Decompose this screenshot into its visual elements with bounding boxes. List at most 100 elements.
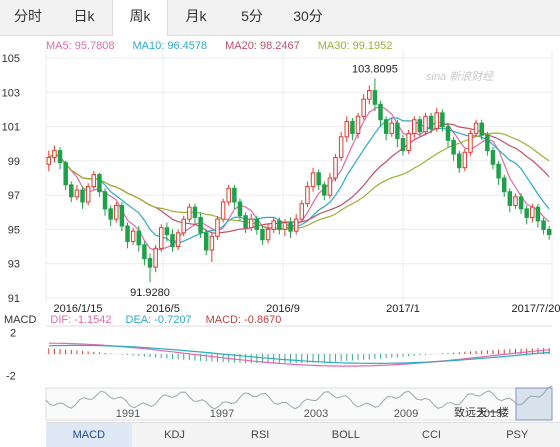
candle-down [198, 216, 203, 234]
indicator-tab-boll[interactable]: BOLL [303, 423, 389, 447]
candle-up [74, 189, 80, 198]
macd-tick: 2 [10, 327, 16, 339]
macd-tick: -2 [6, 371, 16, 383]
candle-up [248, 218, 254, 229]
dif-value: DIF: -1.1542 [50, 314, 112, 326]
candle-down [372, 90, 378, 105]
candle-down [170, 234, 175, 248]
candle-down [288, 222, 293, 232]
price-axis: 105 103 101 99 97 95 93 91 [2, 53, 20, 305]
y-tick-label: 97 [8, 190, 20, 202]
dea-value: DEA: -0.7207 [125, 314, 192, 326]
candle-up [130, 230, 136, 242]
candle-down [322, 184, 327, 196]
macd-title: MACD [4, 314, 37, 326]
candle-up [85, 186, 91, 203]
macd-value: MACD: -0.8670 [205, 314, 282, 326]
candle-up [434, 112, 439, 129]
candle-down [428, 115, 434, 129]
candle-down [237, 201, 243, 217]
candle-up [412, 119, 417, 134]
candle-down [63, 162, 68, 186]
candle-up [406, 132, 411, 152]
candle-up [293, 218, 299, 232]
candle-up [310, 172, 316, 188]
candle-up [305, 186, 310, 205]
y-tick-label: 103 [2, 87, 20, 99]
candle-down [108, 208, 113, 220]
candle-down [440, 112, 445, 128]
price-grid [45, 50, 553, 304]
candle-up [513, 196, 518, 206]
candle-up [265, 228, 271, 241]
candle-down [102, 191, 108, 210]
kline-chart: 1051031019997959391 103.809591.9280 2016… [2, 50, 560, 421]
candle-down [535, 206, 541, 222]
candle-down [147, 258, 153, 268]
x-tick-label: 2017/1 [386, 303, 420, 315]
candle-down [541, 220, 546, 230]
candle-down [80, 189, 85, 203]
candle-down [243, 215, 248, 229]
candle-up [355, 115, 361, 134]
candle-up [361, 98, 366, 117]
candle-up [423, 115, 428, 133]
candle-down [97, 174, 102, 193]
candle-up [209, 235, 215, 251]
candle-up [299, 203, 305, 220]
candle-down [142, 244, 147, 260]
candle-up [473, 122, 479, 134]
candle-down [417, 119, 423, 133]
candlesticks [46, 78, 552, 283]
candle-down [192, 206, 198, 218]
candle-up [462, 151, 468, 169]
candle-up [327, 177, 333, 196]
candle-up [367, 90, 372, 100]
indicator-tab-kdj[interactable]: KDJ [132, 423, 218, 447]
candle-down [524, 208, 529, 218]
candle-down [69, 184, 74, 198]
candle-down [232, 187, 237, 203]
candle-down [456, 153, 462, 169]
candle-up [52, 150, 57, 158]
x-tick-label: 2017/7/20 [512, 303, 560, 315]
indicator-tab-cci[interactable]: CCI [389, 423, 475, 447]
candle-up [114, 204, 119, 220]
overview-selection [515, 387, 553, 421]
macd-legend: MACD DIF: -1.1542 DEA: -0.7207 MACD: -0.… [4, 314, 281, 326]
candle-down [518, 196, 524, 210]
candle-down [125, 225, 130, 242]
y-tick-label: 95 [8, 224, 20, 236]
candle-down [350, 120, 355, 134]
candle-up [226, 187, 231, 203]
candle-up [181, 218, 186, 234]
candle-up [344, 120, 350, 138]
candle-down [164, 227, 170, 236]
candle-down [395, 122, 400, 140]
candle-down [254, 218, 260, 230]
candle-down [485, 134, 490, 152]
candle-down [378, 103, 383, 121]
indicator-tab-rsi[interactable]: RSI [217, 423, 303, 447]
indicator-tab-psy[interactable]: PSY [474, 423, 560, 447]
y-tick-label: 93 [8, 259, 20, 271]
candle-up [187, 206, 192, 220]
overview-year-label: 2009 [394, 408, 418, 420]
candle-up [91, 174, 97, 188]
y-tick-label: 105 [2, 53, 20, 65]
candle-down [383, 119, 389, 134]
indicator-tab-macd[interactable]: MACD [46, 423, 132, 447]
low-price-label: 91.9280 [130, 287, 170, 299]
candle-down [316, 172, 321, 186]
candle-up [282, 222, 288, 230]
candle-up [175, 232, 181, 248]
candle-down [445, 126, 451, 141]
macd-panel: 2 -2 [6, 325, 552, 383]
candle-down [490, 150, 496, 165]
app-root: 分时 日k 周k 月k 5分 30分 MA5: 95.7808 MA10: 96… [0, 0, 560, 447]
candle-up [468, 132, 473, 153]
indicator-tabs: MACD KDJ RSI BOLL CCI PSY [46, 422, 560, 447]
candle-down [507, 191, 513, 206]
candle-up [333, 156, 338, 179]
y-tick-label: 99 [8, 156, 20, 168]
